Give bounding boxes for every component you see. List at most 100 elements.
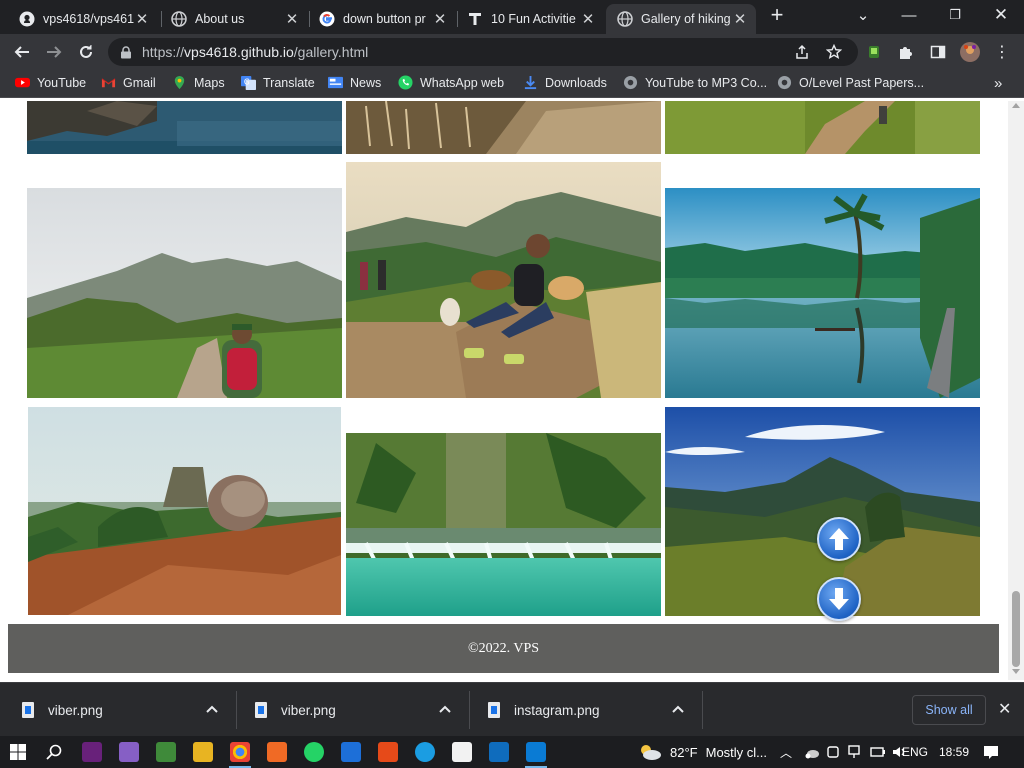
page-viewport: ©2022. VPS	[0, 101, 1008, 680]
visual-studio-purple-icon[interactable]	[119, 742, 139, 762]
meet-icon[interactable]	[826, 745, 842, 759]
download-item[interactable]: viber.png	[233, 683, 469, 737]
close-tab-icon[interactable]: ✕	[284, 10, 300, 28]
scroll-up-button[interactable]	[817, 517, 861, 561]
woman-with-dogs-summit-photo[interactable]	[346, 162, 661, 398]
address-bar[interactable]: https://vps4618.github.io/gallery.html	[108, 38, 858, 66]
menu-kebab-icon[interactable]: ⋮	[990, 40, 1014, 64]
close-window-button[interactable]: ✕	[978, 0, 1024, 30]
bookmark-youtube[interactable]: YouTube	[15, 75, 86, 90]
app-blue-icon[interactable]	[341, 742, 361, 762]
close-tab-icon[interactable]: ✕	[134, 10, 150, 28]
edge-icon[interactable]	[415, 742, 435, 762]
store-icon[interactable]	[452, 742, 472, 762]
chrome-icon[interactable]	[230, 742, 250, 762]
youtube-icon	[15, 77, 30, 88]
tab-strip: vps4618/vps461 ✕ About us ✕ down button …	[0, 0, 1024, 34]
side-panel-icon[interactable]	[930, 44, 946, 60]
extension-icon[interactable]	[866, 44, 882, 60]
github-icon	[19, 11, 35, 27]
bookmarks-overflow-button[interactable]: »	[994, 75, 1002, 92]
tab-fun-activities[interactable]: 10 Fun Activitie ✕	[456, 4, 604, 34]
lake-palm-reflection-photo[interactable]	[665, 188, 980, 398]
bookmark-youtube-mp3[interactable]: YouTube to MP3 Co...	[623, 75, 767, 90]
visual-studio-icon[interactable]	[82, 742, 102, 762]
restore-button[interactable]: ❐	[932, 0, 978, 30]
scroll-down-button[interactable]	[817, 577, 861, 621]
reload-button[interactable]	[74, 40, 98, 64]
windows-start-icon[interactable]	[10, 744, 26, 760]
tab-title: vps4618/vps461	[43, 12, 134, 26]
close-tab-icon[interactable]: ✕	[432, 10, 448, 28]
download-arrow-icon	[524, 75, 537, 90]
vertical-scrollbar[interactable]	[1008, 101, 1024, 680]
tab-search-chevron-icon[interactable]: ⌄	[840, 0, 886, 30]
page-footer: ©2022. VPS	[8, 624, 999, 673]
profile-avatar[interactable]	[960, 42, 980, 62]
minimize-button[interactable]: —	[886, 0, 932, 30]
reload-icon	[80, 45, 92, 58]
close-downloads-icon[interactable]: ✕	[998, 699, 1011, 719]
back-button[interactable]	[10, 40, 34, 64]
download-item[interactable]: instagram.png	[466, 683, 702, 737]
bookmark-star-icon[interactable]	[826, 44, 842, 60]
waterfall-pool-photo[interactable]	[346, 433, 661, 616]
tab-gallery[interactable]: Gallery of hiking ✕	[606, 4, 756, 34]
chevron-up-icon[interactable]	[672, 705, 684, 713]
office-icon[interactable]	[378, 742, 398, 762]
sigiriya-rock-view-photo[interactable]	[28, 407, 341, 615]
google-icon	[319, 11, 335, 27]
whatsapp-taskbar-icon[interactable]	[304, 742, 324, 762]
bookmark-olevel-papers[interactable]: O/Level Past Papers...	[777, 75, 924, 90]
battery-icon[interactable]	[870, 745, 886, 759]
close-tab-icon[interactable]: ✕	[732, 10, 748, 28]
bookmark-whatsapp[interactable]: WhatsApp web	[398, 75, 504, 90]
bookmark-gmail[interactable]: Gmail	[101, 75, 156, 90]
vscode-icon[interactable]	[526, 742, 546, 762]
show-all-downloads-button[interactable]: Show all	[912, 695, 986, 725]
bookmark-news[interactable]: News	[328, 75, 381, 90]
river-rocks-photo[interactable]	[27, 101, 342, 154]
dry-grass-hill-photo[interactable]	[346, 101, 661, 154]
tab-title: down button pr	[343, 12, 426, 26]
file-explorer-icon[interactable]	[193, 742, 213, 762]
tab-github[interactable]: vps4618/vps461 ✕	[8, 4, 158, 34]
network-icon[interactable]	[848, 745, 864, 759]
chevron-up-icon[interactable]	[206, 705, 218, 713]
bookmark-downloads[interactable]: Downloads	[523, 75, 607, 90]
trail-hiker-photo[interactable]	[665, 101, 980, 154]
mail-icon[interactable]	[489, 742, 509, 762]
new-tab-button[interactable]: +	[760, 0, 794, 30]
bookmark-translate[interactable]: G Translate	[241, 75, 315, 90]
app-orange-icon[interactable]	[267, 742, 287, 762]
copyright-text: ©2022. VPS	[467, 640, 540, 656]
share-icon[interactable]	[794, 44, 810, 60]
file-icon	[488, 702, 500, 718]
tab-about-us[interactable]: About us ✕	[160, 4, 308, 34]
close-tab-icon[interactable]: ✕	[580, 10, 596, 28]
notifications-icon[interactable]	[983, 745, 999, 760]
t-logo-icon	[469, 13, 481, 25]
weather-widget[interactable]: 82°F Mostly cl...	[638, 736, 767, 768]
scroll-down-arrow-icon[interactable]	[1012, 669, 1020, 674]
extensions-puzzle-icon[interactable]	[898, 44, 914, 60]
download-item[interactable]: viber.png	[0, 683, 236, 737]
search-icon[interactable]	[46, 744, 62, 760]
arrow-up-icon	[829, 528, 849, 550]
file-icon	[255, 702, 267, 718]
chevron-up-icon[interactable]	[439, 705, 451, 713]
tab-title: About us	[195, 12, 245, 26]
scroll-up-arrow-icon[interactable]	[1012, 103, 1020, 108]
forward-button[interactable]	[42, 40, 66, 64]
hiker-green-valley-photo[interactable]	[27, 188, 342, 398]
arrow-down-icon	[829, 588, 849, 610]
tab-title: 10 Fun Activitie	[491, 12, 576, 26]
language-indicator[interactable]: ENG	[902, 736, 928, 768]
scrollbar-thumb[interactable]	[1012, 591, 1020, 667]
tray-chevron-icon[interactable]: ︿	[780, 736, 792, 768]
onedrive-icon[interactable]	[804, 745, 820, 759]
bookmark-maps[interactable]: Maps	[172, 75, 225, 90]
clock[interactable]: 18:59	[939, 736, 969, 768]
tab-down-button[interactable]: down button pr ✕	[308, 4, 456, 34]
app-green-icon[interactable]	[156, 742, 176, 762]
